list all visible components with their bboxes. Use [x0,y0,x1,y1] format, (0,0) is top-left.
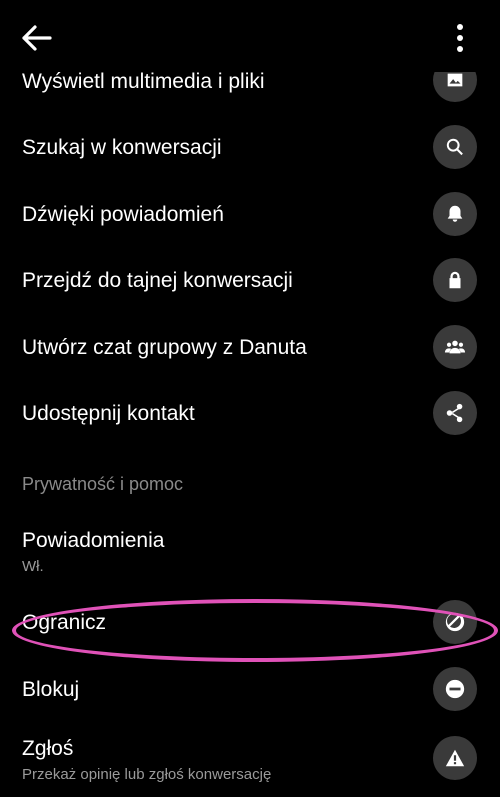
block-icon [433,667,477,711]
search-icon [433,125,477,169]
warning-icon [433,736,477,780]
media-files-label: Wyświetl multimedia i pliki [22,70,265,93]
block-item[interactable]: Blokuj [0,656,500,722]
create-group-chat-item[interactable]: Utwórz czat grupowy z Danuta [0,314,500,380]
report-item[interactable]: Zgłoś Przekaż opinię lub zgłoś konwersac… [0,728,500,794]
report-label: Zgłoś [22,737,74,760]
more-options-button[interactable] [450,20,470,56]
notification-sounds-item[interactable]: Dźwięki powiadomień [0,181,500,247]
more-vertical-icon [457,24,463,30]
notification-sounds-label: Dźwięki powiadomień [22,203,224,226]
group-icon [433,325,477,369]
restrict-label: Ogranicz [22,611,107,634]
block-label: Blokuj [22,678,80,701]
top-bar [0,0,500,72]
lock-icon [433,258,477,302]
settings-list: Wyświetl multimedia i pliki Szukaj w kon… [0,0,500,797]
share-contact-label: Udostępnij kontakt [22,402,195,425]
report-description: Przekaż opinię lub zgłoś konwersację [22,766,272,783]
restrict-item[interactable]: Ogranicz [0,590,500,656]
bell-icon [433,192,477,236]
secret-conversation-label: Przejdź do tajnej konwersacji [22,269,293,292]
share-contact-item[interactable]: Udostępnij kontakt [0,381,500,447]
notifications-status: Wł. [22,558,44,575]
create-group-chat-label: Utwórz czat grupowy z Danuta [22,336,307,359]
notifications-label: Powiadomienia [22,529,165,552]
search-conversation-item[interactable]: Szukaj w konwersacji [0,114,500,180]
notifications-item[interactable]: Powiadomienia Wł. [0,522,500,582]
back-button[interactable] [20,22,56,54]
restrict-icon [433,600,477,644]
search-conversation-label: Szukaj w konwersacji [22,136,222,159]
arrow-left-icon [22,25,52,51]
secret-conversation-item[interactable]: Przejdź do tajnej konwersacji [0,247,500,313]
share-icon [433,391,477,435]
privacy-support-section-title: Prywatność i pomoc [22,474,184,494]
